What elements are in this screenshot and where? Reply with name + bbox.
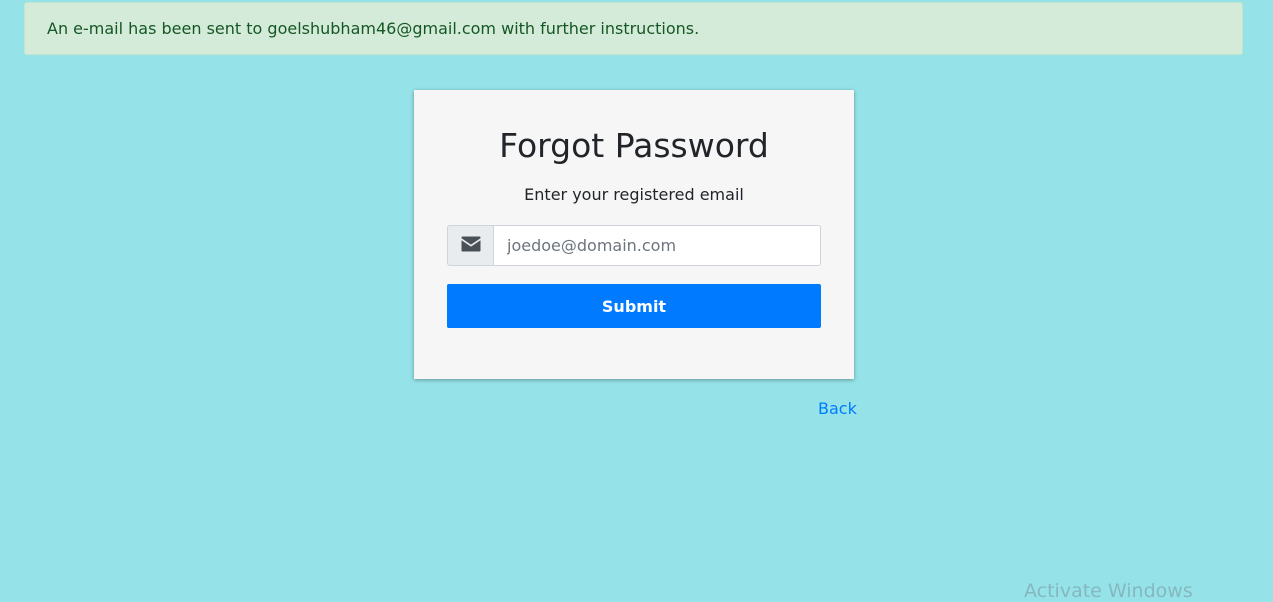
page-title: Forgot Password xyxy=(499,126,769,165)
email-input-group xyxy=(447,225,821,266)
submit-button[interactable]: Submit xyxy=(447,284,821,328)
activate-windows-watermark: Activate Windows xyxy=(1024,580,1193,602)
success-alert: An e-mail has been sent to goelshubham46… xyxy=(24,2,1243,55)
email-field[interactable] xyxy=(494,225,821,266)
email-input-prepend xyxy=(447,225,494,266)
alert-message: An e-mail has been sent to goelshubham46… xyxy=(47,19,700,38)
envelope-icon xyxy=(461,236,481,256)
card-subtitle: Enter your registered email xyxy=(524,185,744,204)
forgot-password-card: Forgot Password Enter your registered em… xyxy=(414,90,854,379)
back-link[interactable]: Back xyxy=(818,398,857,420)
